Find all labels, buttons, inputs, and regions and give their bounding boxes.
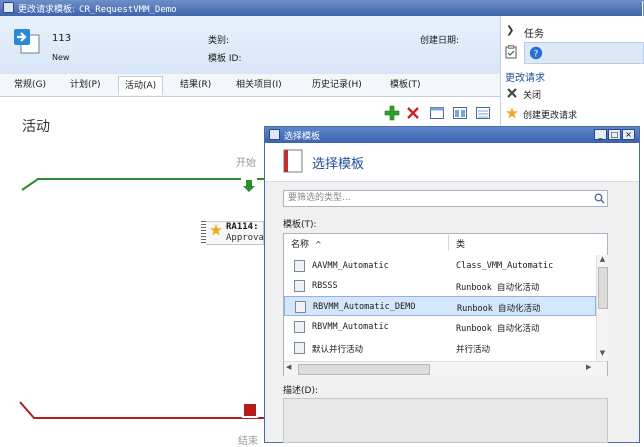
template-type: Runbook 自动化活动 (457, 304, 541, 314)
template-icon (294, 260, 305, 272)
change-request-form-icon (14, 29, 40, 54)
template-row[interactable]: AAVMM_Automatic Class_VMM_Automatic (284, 256, 596, 276)
tab-general[interactable]: 常规(G) (8, 76, 52, 94)
template-icon (295, 301, 306, 313)
activity-view-button[interactable] (475, 105, 491, 121)
template-row-selected[interactable]: RBVMM_Automatic_DEMO Runbook 自动化活动 (284, 296, 596, 316)
activity-layout-button[interactable] (452, 105, 468, 121)
column-header-name[interactable]: 名称 ^ (291, 237, 322, 250)
workflow-end-line (19, 401, 266, 419)
template-id-label: 模板 ID: (208, 54, 242, 64)
workflow-start-arrow-icon[interactable] (241, 178, 257, 194)
clipboard-icon[interactable] (505, 45, 517, 59)
dialog-close-button[interactable]: × (622, 129, 635, 140)
task-section-title: 更改请求 (505, 73, 545, 84)
task-create-change-request[interactable]: 创建更改请求 (523, 108, 577, 121)
description-label: 描述(D): (283, 386, 318, 396)
template-row[interactable]: 默认并行活动 并行活动 (284, 338, 596, 358)
scroll-right-arrow-icon[interactable]: ▶ (586, 363, 591, 371)
activities-title: 活动 (22, 119, 50, 135)
task-close[interactable]: 关闭 (523, 88, 541, 101)
scroll-up-arrow-icon[interactable]: ▲ (598, 255, 607, 265)
help-icon[interactable]: ? (529, 46, 543, 60)
vertical-scroll-thumb[interactable] (598, 267, 608, 309)
tab-results[interactable]: 结果(R) (174, 76, 217, 94)
dialog-title: 选择模板 (284, 132, 321, 142)
template-row[interactable]: RBSSS Runbook 自动化活动 (284, 276, 596, 296)
svg-text:?: ? (534, 50, 539, 60)
task-pane-header: 任务 (524, 29, 544, 40)
workflow-end-label: 结束 (238, 436, 258, 447)
template-type: Runbook 自动化活动 (456, 283, 540, 293)
dialog-title-bar[interactable]: 选择模板 _ □ × (265, 127, 639, 143)
template-name: RBVMM_Automatic_DEMO (313, 302, 416, 312)
dialog-heading: 选择模板 (312, 157, 365, 172)
category-label: 类别: (208, 36, 230, 46)
template-name: RBSSS (312, 281, 338, 291)
star-burst-icon (506, 107, 518, 119)
template-name: AAVMM_Automatic (312, 261, 389, 271)
template-name: 默认并行活动 (312, 345, 364, 355)
main-window-title: 更改请求模板: CR_RequestVMM_Demo (18, 2, 177, 15)
window-app-icon (3, 2, 14, 13)
template-document-icon (283, 149, 303, 173)
dialog-app-icon (269, 129, 280, 140)
scroll-left-arrow-icon[interactable]: ◀ (286, 363, 291, 371)
task-pane-expand-icon[interactable]: ❯ (506, 25, 514, 36)
tab-history[interactable]: 历史记录(H) (306, 76, 368, 94)
request-status-value: New (52, 53, 70, 62)
template-row[interactable]: RBVMM_Automatic Runbook 自动化活动 (284, 317, 596, 337)
sort-ascending-icon: ^ (315, 240, 322, 249)
column-header-type[interactable]: 类 (456, 237, 465, 250)
template-filter-placeholder: 要筛选的类型... (288, 193, 351, 203)
workflow-end-stop-icon[interactable] (242, 402, 258, 418)
template-type: Runbook 自动化活动 (456, 324, 540, 334)
dialog-minimize-button[interactable]: _ (594, 129, 607, 140)
template-icon (294, 342, 305, 354)
created-date-label: 创建日期: (420, 36, 460, 46)
templates-label: 模板(T): (283, 220, 317, 230)
tab-planning[interactable]: 计划(P) (64, 76, 106, 94)
main-window-title-text: 更改请求模板: (18, 5, 76, 15)
template-name: RBVMM_Automatic (312, 322, 389, 332)
workflow-start-line (21, 178, 266, 191)
main-window-title-suffix: CR_RequestVMM_Demo (79, 5, 177, 15)
activity-grip (201, 221, 206, 245)
template-filter-input[interactable]: 要筛选的类型... (283, 190, 608, 207)
main-title-bar[interactable]: 更改请求模板: CR_RequestVMM_Demo (0, 0, 642, 16)
column-header-name-text: 名称 (291, 240, 310, 250)
template-type: Class_VMM_Automatic (456, 261, 554, 271)
request-id-value: 113 (52, 33, 72, 44)
column-divider (448, 235, 449, 251)
activity-star-icon (210, 224, 222, 236)
add-activity-button[interactable] (384, 105, 400, 121)
close-x-icon (507, 88, 517, 98)
description-box (283, 398, 608, 443)
scroll-down-arrow-icon[interactable]: ▼ (598, 349, 607, 359)
tab-template[interactable]: 模板(T) (384, 76, 427, 94)
tab-related-items[interactable]: 相关项目(I) (230, 76, 288, 94)
search-icon[interactable] (594, 193, 605, 204)
workflow-start-label: 开始 (236, 158, 256, 169)
activity-id: RA114: (226, 222, 259, 232)
activity-properties-button[interactable] (429, 105, 445, 121)
grid-horizontal-scrollbar[interactable]: ◀ ▶ (284, 361, 607, 376)
dialog-maximize-button[interactable]: □ (608, 129, 621, 140)
tab-activities[interactable]: 活动(A) (118, 76, 164, 95)
activity-name: Approva (226, 233, 264, 243)
horizontal-scroll-thumb[interactable] (298, 364, 430, 375)
delete-activity-button[interactable] (405, 105, 421, 121)
template-icon (294, 321, 305, 333)
tab-strip: 常规(G) 计划(P) 活动(A) 结果(R) 相关项目(I) 历史记录(H) … (0, 74, 500, 97)
template-icon (294, 280, 305, 292)
template-type: 并行活动 (456, 345, 491, 355)
grid-vertical-scrollbar[interactable]: ▲ ▼ (596, 255, 608, 361)
